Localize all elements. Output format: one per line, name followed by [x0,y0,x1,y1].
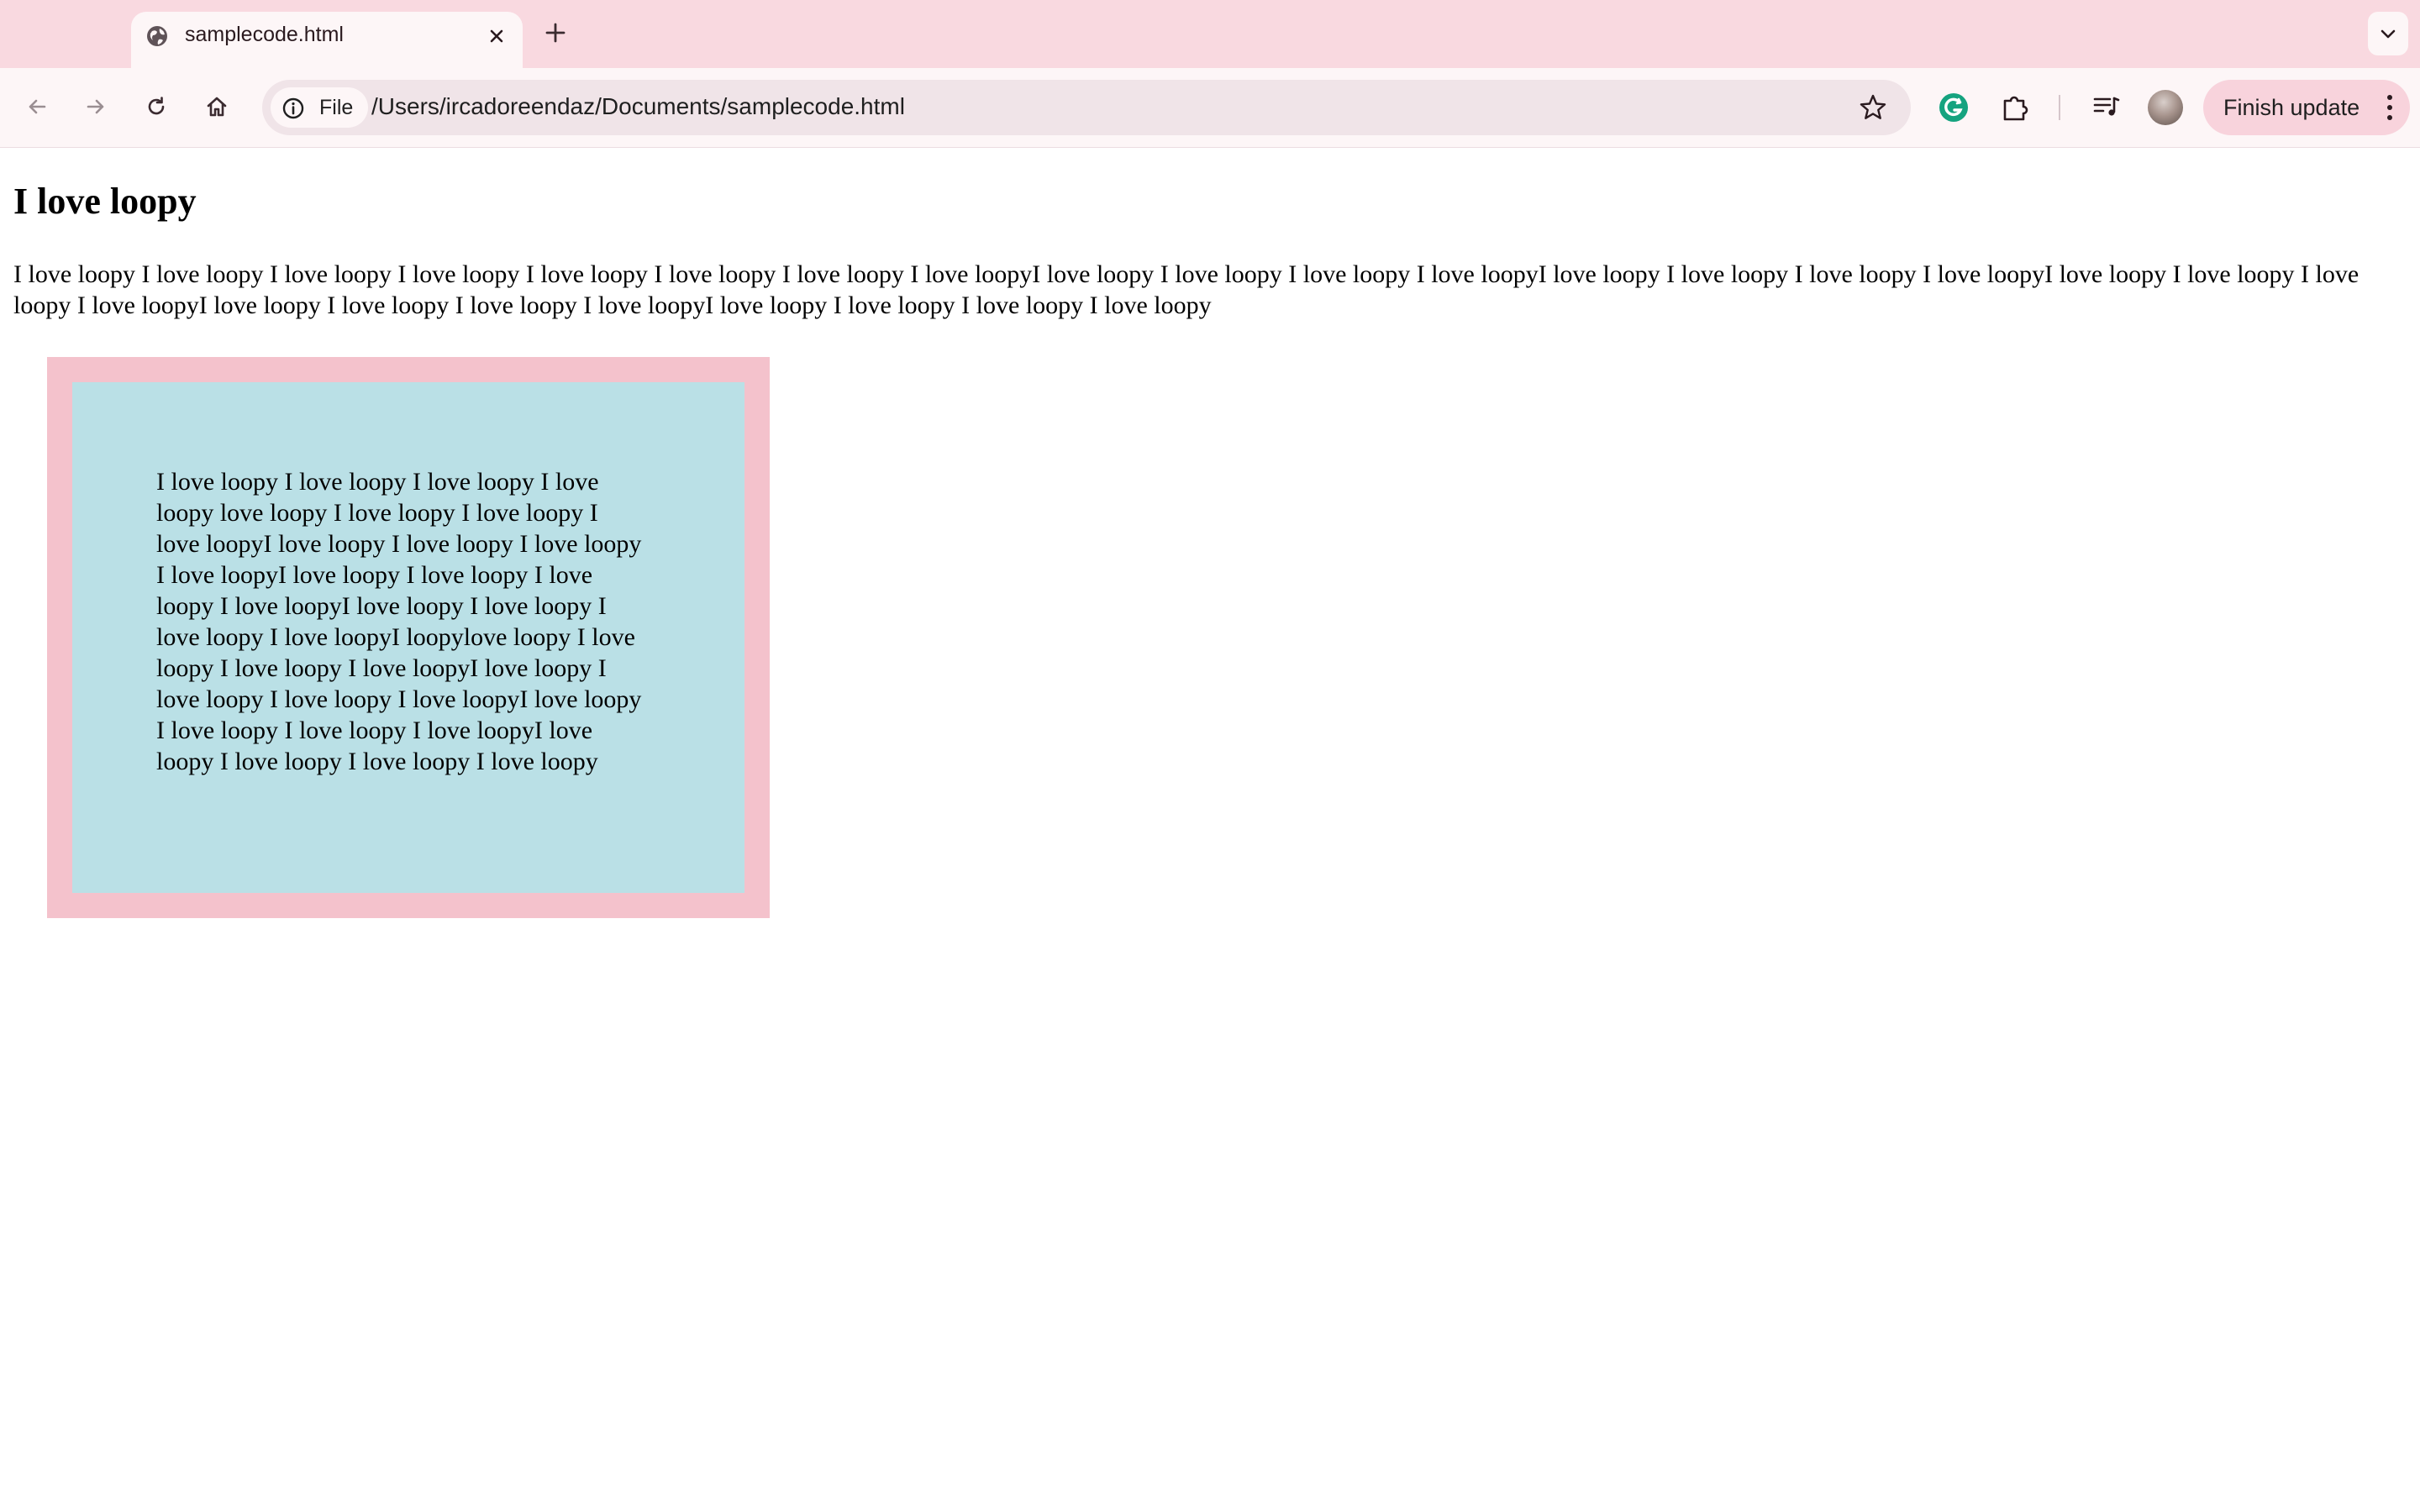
tab-search-button[interactable] [2368,12,2408,55]
site-info-chip[interactable]: File [271,87,368,128]
toolbar-divider [2059,95,2060,120]
browser-window: samplecode.html File /Users/ircadoreenda… [0,0,2420,1512]
page-content: I love loopy I love loopy I love loopy I… [0,148,2420,1512]
page-paragraph: I love loopy I love loopy I love loopy I… [13,260,2360,319]
new-tab-icon[interactable] [541,18,570,47]
info-icon [282,97,304,119]
profile-avatar[interactable] [2148,90,2183,125]
home-icon [207,97,227,117]
blue-inner-box: I love loopy I love loopy I love loopy I… [72,382,744,893]
globe-icon [145,24,170,49]
bookmark-star-icon[interactable] [1857,92,1889,123]
address-bar[interactable]: File /Users/ircadoreendaz/Documents/samp… [262,80,1911,135]
back-button[interactable] [18,88,55,125]
reload-button[interactable] [138,88,175,125]
tab-title: samplecode.html [185,23,344,46]
box-text: I love loopy I love loopy I love loopy I… [156,468,642,775]
extensions-puzzle-icon[interactable] [1996,88,2035,127]
grammarly-extension-icon[interactable] [1934,88,1973,127]
home-button[interactable] [198,88,235,125]
tab-strip: samplecode.html [0,0,2420,68]
reload-icon [148,97,165,115]
pink-outer-box: I love loopy I love loopy I love loopy I… [47,357,770,918]
site-chip-label: File [319,96,354,119]
toolbar: File /Users/ircadoreendaz/Documents/samp… [0,68,2420,148]
close-tab-icon[interactable] [484,24,509,49]
page-heading: I love loopy [13,181,197,222]
media-controls-icon[interactable] [2087,88,2126,127]
arrow-right-icon [87,99,104,114]
chevron-down-icon [2381,29,2396,39]
forward-button[interactable] [77,88,114,125]
finish-update-label: Finish update [2223,95,2360,120]
url-text[interactable]: /Users/ircadoreendaz/Documents/samplecod… [371,93,905,120]
tab-samplecode[interactable]: samplecode.html [131,12,523,68]
more-menu-icon[interactable] [2385,93,2395,122]
arrow-left-icon [29,99,46,114]
finish-update-button[interactable]: Finish update [2203,80,2410,135]
